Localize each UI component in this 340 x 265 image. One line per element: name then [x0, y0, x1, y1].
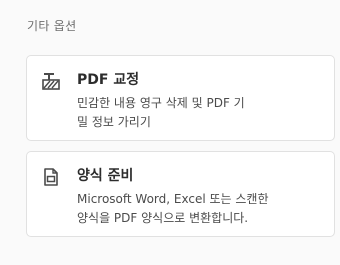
card-description: Microsoft Word, Excel 또는 스캔한 양식을 PDF 양식으… — [77, 190, 327, 228]
description-line: Microsoft Word, Excel 또는 스캔한 — [77, 192, 269, 206]
other-options-panel: 기타 옵션 PDF 교정 민감한 내용 영구 삭제 및 PDF 기 밀 정보 가… — [0, 0, 340, 265]
card-description: 민감한 내용 영구 삭제 및 PDF 기 밀 정보 가리기 — [77, 94, 327, 132]
redact-pdf-card[interactable]: PDF 교정 민감한 내용 영구 삭제 및 PDF 기 밀 정보 가리기 — [26, 55, 335, 141]
description-line: 민감한 내용 영구 삭제 및 PDF 기 — [77, 96, 245, 110]
section-title: 기타 옵션 — [27, 19, 77, 33]
description-line: 밀 정보 가리기 — [77, 115, 151, 129]
card-title: 양식 준비 — [77, 168, 134, 184]
prepare-form-card[interactable]: 양식 준비 Microsoft Word, Excel 또는 스캔한 양식을 P… — [26, 151, 335, 237]
redact-icon — [41, 71, 61, 91]
description-line: 양식을 PDF 양식으로 변환합니다. — [77, 211, 249, 225]
card-title: PDF 교정 — [77, 72, 140, 88]
prepare-form-icon — [41, 167, 61, 187]
